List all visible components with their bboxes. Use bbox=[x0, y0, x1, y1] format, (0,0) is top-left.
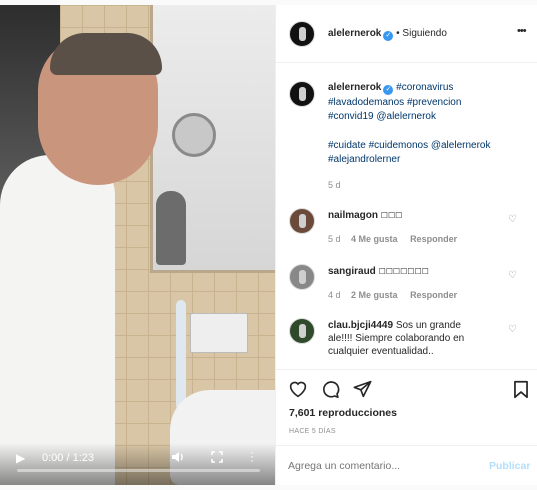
reply-button[interactable]: Responder bbox=[410, 234, 457, 244]
video-reflection bbox=[156, 191, 186, 265]
instagram-post-modal: ▶ 0:00 / 1:23 · · · alelernerok ✓ • Siguien… bbox=[0, 0, 537, 490]
hashtag-link[interactable]: #coronavirus bbox=[396, 82, 453, 93]
verified-icon: ✓ bbox=[383, 85, 394, 95]
avatar[interactable] bbox=[289, 21, 315, 47]
caption-username[interactable]: alelernerok bbox=[328, 82, 381, 93]
caption-avatar[interactable] bbox=[289, 81, 315, 107]
view-count[interactable]: 7,601 reproducciones bbox=[289, 407, 397, 419]
comment-username[interactable]: nailmagon bbox=[328, 210, 378, 221]
hashtag-link[interactable]: #convid19 @alelernerok bbox=[328, 110, 528, 125]
more-icon[interactable]: ••• bbox=[517, 25, 527, 37]
reply-button[interactable]: Responder bbox=[410, 290, 457, 300]
post-panel: alelernerok ✓ • Siguiendo ••• alelernerok… bbox=[275, 5, 537, 485]
comment-item: sangiraud ☐☐☐☐☐☐☐ 4 d 2 Me gusta Respond… bbox=[276, 261, 537, 305]
heart-icon[interactable] bbox=[288, 380, 308, 401]
verified-icon: ✓ bbox=[383, 31, 394, 41]
video-wall-socket bbox=[190, 313, 248, 353]
comment-age: 5 d bbox=[328, 234, 341, 244]
comment-text: ale!!!! Siempre colaborando en bbox=[328, 333, 465, 344]
comment-username[interactable]: clau.bjcji4449 bbox=[328, 320, 393, 331]
comment-age: 4 d bbox=[328, 290, 341, 300]
comment-item: nailmagon ☐☐☐ 5 d 4 Me gusta Responder ♡ bbox=[276, 205, 537, 249]
post-header: alelernerok ✓ • Siguiendo ••• bbox=[276, 5, 537, 63]
video-player[interactable]: ▶ 0:00 / 1:23 · · · bbox=[0, 5, 275, 485]
video-round-mirror bbox=[172, 113, 216, 157]
video-controls: ▶ 0:00 / 1:23 · · · bbox=[0, 443, 275, 485]
comment-composer: Publicar bbox=[276, 445, 537, 485]
video-toothbrush bbox=[176, 300, 186, 410]
video-progress-bar[interactable] bbox=[17, 469, 260, 472]
video-person-shirt bbox=[0, 155, 115, 485]
volume-icon[interactable] bbox=[171, 451, 185, 466]
header-username[interactable]: alelernerok bbox=[328, 28, 381, 39]
like-comment-icon[interactable]: ♡ bbox=[508, 324, 518, 335]
comment-text: cualquier eventualidad.. bbox=[328, 346, 434, 357]
comment-avatar[interactable] bbox=[289, 264, 315, 290]
comment-likes[interactable]: 4 Me gusta bbox=[351, 234, 398, 244]
comment-text: ☐☐☐☐☐☐☐ bbox=[378, 267, 429, 276]
post-date: HACE 5 DÍAS bbox=[289, 428, 336, 435]
comment-username[interactable]: sangiraud bbox=[328, 266, 376, 277]
video-time: 0:00 / 1:23 bbox=[42, 452, 94, 464]
comment-text: ☐☐☐ bbox=[380, 211, 403, 220]
share-icon[interactable] bbox=[353, 380, 372, 401]
comment-icon[interactable] bbox=[321, 380, 340, 401]
following-label[interactable]: • Siguiendo bbox=[396, 28, 447, 39]
hashtag-link[interactable]: #cuidate #cuidemonos @alelernerok bbox=[328, 139, 528, 154]
caption-age: 5 d bbox=[328, 179, 341, 190]
save-icon[interactable] bbox=[513, 380, 529, 402]
hashtag-link[interactable]: #alejandrolerner bbox=[328, 153, 528, 168]
video-person-hair bbox=[50, 33, 162, 75]
more-options-icon[interactable]: · · · bbox=[250, 446, 254, 466]
comment-text: Sos un grande bbox=[395, 320, 461, 331]
like-comment-icon[interactable]: ♡ bbox=[508, 270, 518, 281]
fullscreen-icon[interactable] bbox=[211, 451, 223, 466]
comment-likes[interactable]: 2 Me gusta bbox=[351, 290, 398, 300]
comment-avatar[interactable] bbox=[289, 208, 315, 234]
post-actions: 7,601 reproducciones HACE 5 DÍAS bbox=[276, 369, 537, 435]
like-comment-icon[interactable]: ♡ bbox=[508, 214, 518, 225]
comment-avatar[interactable] bbox=[289, 318, 315, 344]
comment-input[interactable] bbox=[288, 457, 478, 475]
hashtag-link[interactable]: #lavadodemanos #prevencion bbox=[328, 96, 528, 111]
play-icon[interactable]: ▶ bbox=[16, 451, 25, 465]
publish-button[interactable]: Publicar bbox=[489, 460, 530, 472]
comment-item: clau.bjcji4449 Sos un grande ale!!!! Sie… bbox=[276, 315, 537, 369]
